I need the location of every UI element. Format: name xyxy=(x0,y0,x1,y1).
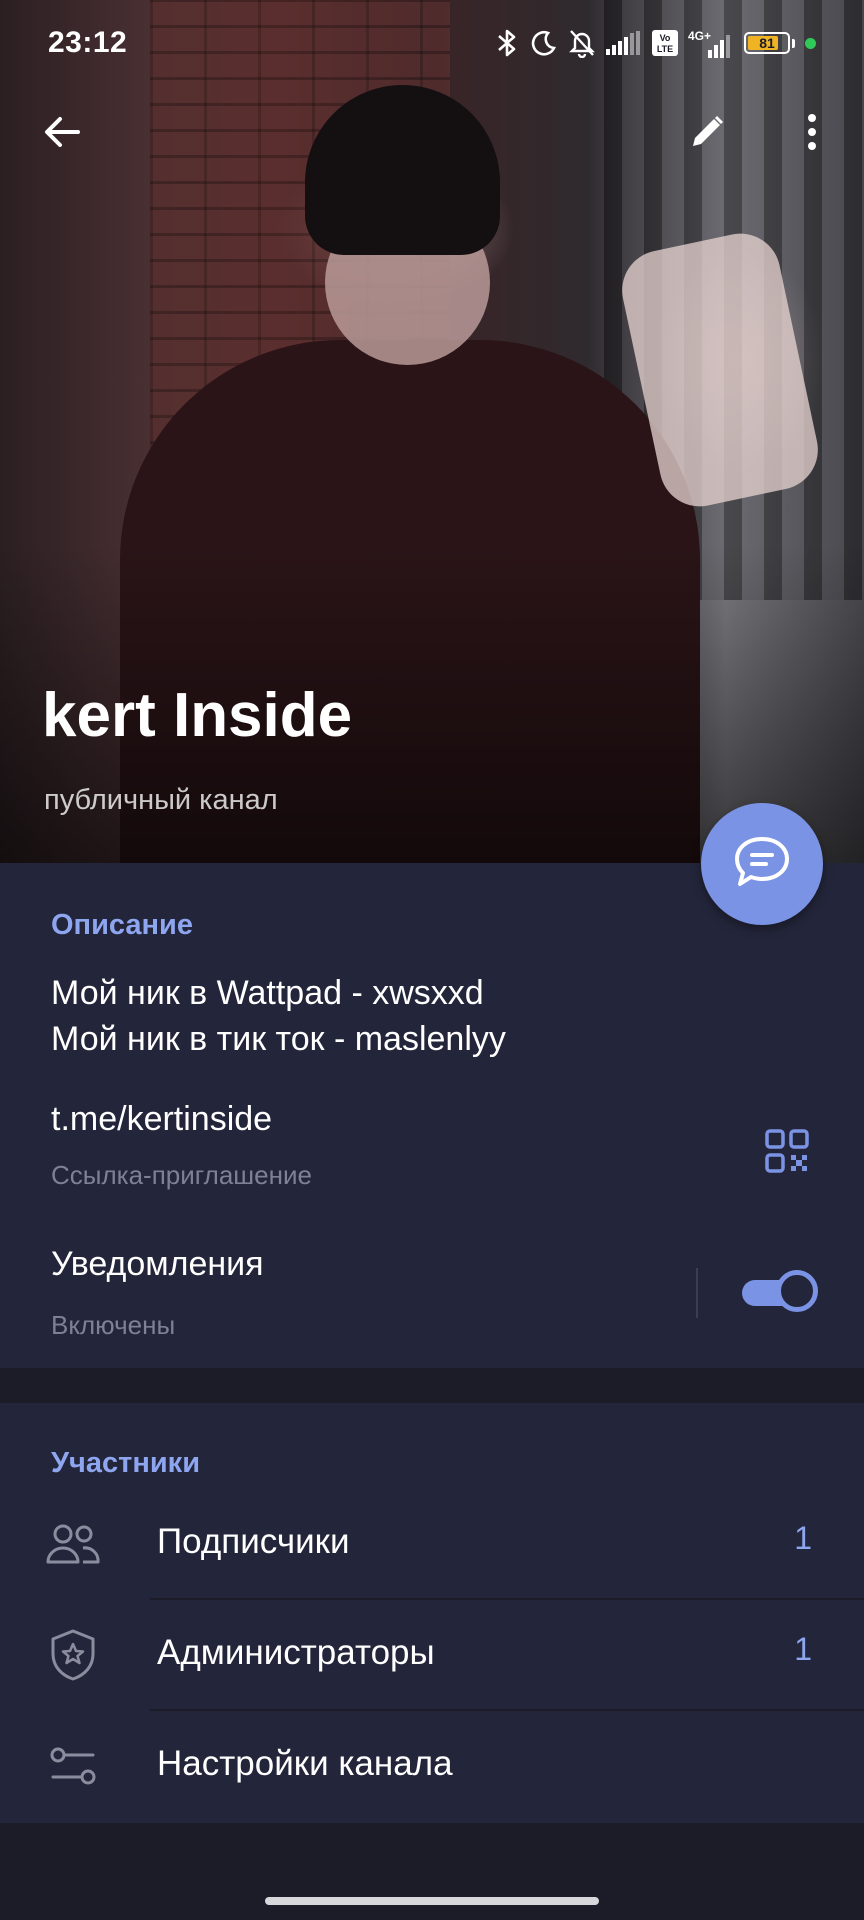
status-icons: Vo LTE 4G+ 81 xyxy=(494,28,816,58)
notifications-status: Включены xyxy=(51,1310,176,1340)
channel-subtitle: публичный канал xyxy=(44,784,278,816)
administrators-label: Администраторы xyxy=(157,1633,435,1672)
status-time: 23:12 xyxy=(48,26,128,59)
signal-4g-icon: 4G+ xyxy=(688,28,734,58)
back-arrow-icon xyxy=(42,114,82,155)
more-options-button[interactable] xyxy=(784,106,840,162)
green-dot-icon xyxy=(805,37,816,49)
qr-code-icon xyxy=(765,1128,809,1178)
description-line: Мой ник в Wattpad - xwsxxd xyxy=(51,974,484,1012)
notifications-title[interactable]: Уведомления xyxy=(51,1245,264,1284)
notifications-toggle[interactable] xyxy=(742,1270,818,1316)
bell-off-icon xyxy=(568,28,596,58)
description-label: Описание xyxy=(51,909,193,941)
home-indicator[interactable] xyxy=(265,1897,599,1905)
battery-cap xyxy=(792,38,795,48)
back-button[interactable] xyxy=(34,106,90,162)
svg-text:Vo: Vo xyxy=(660,33,671,43)
bottom-area xyxy=(0,1823,864,1920)
subscribers-label: Подписчики xyxy=(157,1522,350,1561)
discuss-fab[interactable] xyxy=(701,803,823,925)
channel-settings-label: Настройки канала xyxy=(157,1744,453,1783)
shield-star-icon xyxy=(44,1626,102,1684)
subscribers-count: 1 xyxy=(794,1520,812,1556)
members-label: Участники xyxy=(51,1447,201,1479)
qr-code-button[interactable] xyxy=(752,1118,822,1188)
edit-button[interactable] xyxy=(679,106,735,162)
bluetooth-icon xyxy=(494,28,520,58)
more-vertical-icon xyxy=(806,113,818,156)
channel-title: kert Inside xyxy=(42,681,353,750)
channel-settings-row[interactable]: Настройки канала xyxy=(0,1711,864,1822)
toggle-knob xyxy=(776,1270,818,1312)
svg-text:4G+: 4G+ xyxy=(688,29,711,43)
sliders-icon xyxy=(44,1737,102,1795)
signal-icon xyxy=(606,31,642,55)
administrators-row[interactable]: Администраторы 1 xyxy=(0,1600,864,1711)
section-gap xyxy=(0,1368,864,1403)
notifications-divider xyxy=(696,1268,698,1318)
pencil-icon xyxy=(688,113,726,156)
invite-link[interactable]: t.me/kertinside xyxy=(51,1100,272,1139)
invite-link-caption: Ссылка-приглашение xyxy=(51,1160,312,1190)
description-line: Мой ник в тик ток - maslenlyy xyxy=(51,1020,506,1058)
battery-level: 81 xyxy=(759,35,775,51)
status-bar: 23:12 Vo LTE 4G+ 81 xyxy=(0,0,864,86)
users-icon xyxy=(44,1515,102,1573)
subscribers-row[interactable]: Подписчики 1 xyxy=(0,1489,864,1600)
administrators-count: 1 xyxy=(794,1631,812,1667)
moon-icon xyxy=(530,29,558,57)
battery-icon: 81 xyxy=(744,32,790,54)
chat-bubble-icon xyxy=(732,834,792,895)
svg-text:LTE: LTE xyxy=(657,44,673,54)
volte-icon: Vo LTE xyxy=(652,30,678,56)
